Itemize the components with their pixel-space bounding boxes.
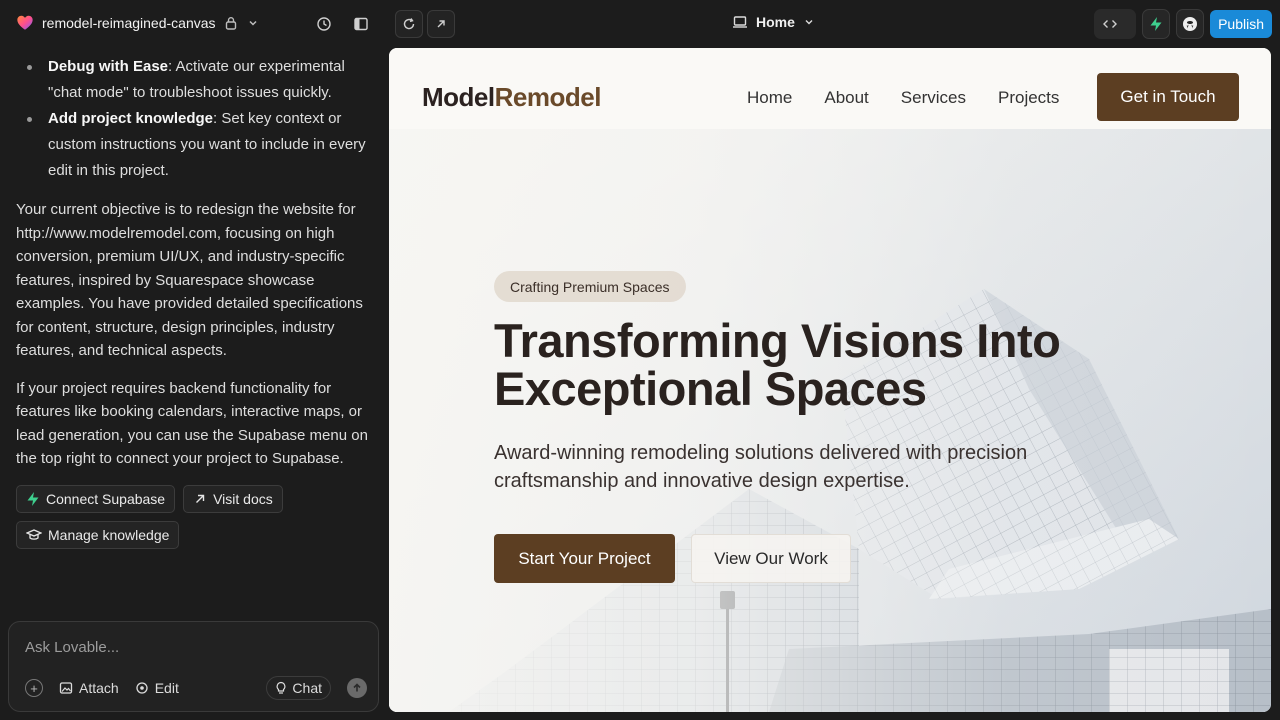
project-switcher[interactable]: remodel-reimagined-canvas (16, 14, 260, 32)
publish-button[interactable]: Publish (1210, 10, 1272, 38)
start-project-button[interactable]: Start Your Project (494, 534, 675, 583)
send-button[interactable] (347, 678, 367, 698)
refresh-icon[interactable] (395, 10, 423, 38)
open-external-icon[interactable] (427, 10, 455, 38)
list-item: Debug with Ease: Activate our experiment… (27, 54, 372, 106)
edit-button[interactable]: Edit (135, 680, 179, 696)
message-paragraph: Your current objective is to redesign th… (16, 201, 363, 359)
hero-overlay (389, 129, 1271, 712)
chat-mode-label: Chat (292, 680, 322, 696)
site-navbar: ModelRemodel Home About Services Project… (389, 48, 1271, 129)
lock-icon (224, 16, 238, 30)
supabase-button[interactable] (1142, 9, 1171, 39)
logo-part: Remodel (494, 82, 602, 112)
top-bar: remodel-reimagined-canvas Home Publish (0, 0, 1280, 48)
chip-label: Visit docs (213, 490, 273, 507)
chip-label: Manage knowledge (48, 526, 170, 543)
project-name: remodel-reimagined-canvas (42, 15, 216, 31)
attach-button[interactable]: Attach (59, 680, 119, 696)
action-chips: Connect Supabase Visit docs Manage knowl… (16, 484, 316, 549)
chat-input-toolbar: + Attach Edit Chat (25, 676, 367, 700)
plus-icon[interactable]: + (25, 679, 43, 697)
hero-subtitle: Award-winning remodeling solutions deliv… (494, 442, 1028, 492)
connect-supabase-button[interactable]: Connect Supabase (16, 484, 176, 513)
hero-section: Crafting Premium Spaces Transforming Vis… (389, 129, 1271, 712)
view-work-button[interactable]: View Our Work (691, 534, 851, 583)
site-logo[interactable]: ModelRemodel (422, 82, 601, 113)
feature-list: Debug with Ease: Activate our experiment… (16, 54, 372, 184)
chat-messages: Debug with Ease: Activate our experiment… (16, 54, 372, 549)
sidebar-toggle-icon[interactable] (347, 10, 375, 38)
edit-label: Edit (154, 680, 179, 696)
message-paragraph: If your project requires backend functio… (16, 379, 368, 468)
list-item: Add project knowledge: Set key context o… (27, 106, 372, 184)
bullet-title: Add project knowledge (48, 110, 214, 127)
github-button[interactable] (1176, 9, 1205, 39)
right-toolbar: Publish (1094, 9, 1272, 39)
page-selector-label: Home (756, 14, 795, 30)
supabase-bolt-icon (1149, 16, 1163, 32)
lightbulb-icon (275, 681, 287, 695)
lovable-heart-icon (17, 15, 33, 30)
manage-knowledge-button[interactable]: Manage knowledge (16, 520, 180, 549)
history-icon[interactable] (310, 10, 338, 38)
page-selector[interactable]: Home (732, 14, 815, 30)
get-in-touch-button[interactable]: Get in Touch (1097, 73, 1239, 121)
nav-link-home[interactable]: Home (747, 88, 792, 108)
nav-link-about[interactable]: About (824, 88, 868, 108)
target-icon (135, 681, 149, 695)
site-preview: ModelRemodel Home About Services Project… (389, 48, 1271, 712)
github-icon (1182, 16, 1198, 32)
attach-label: Attach (79, 680, 119, 696)
hero-tag: Crafting Premium Spaces (494, 271, 686, 302)
chevron-down-icon (803, 16, 815, 28)
nav-link-services[interactable]: Services (901, 88, 966, 108)
chat-mode-button[interactable]: Chat (266, 676, 331, 700)
code-view-toggle[interactable] (1094, 9, 1137, 39)
hero-title: Transforming Visions Into Exceptional Sp… (494, 314, 1061, 415)
nav-link-projects[interactable]: Projects (998, 88, 1059, 108)
visit-docs-button[interactable]: Visit docs (183, 484, 283, 513)
chip-label: Connect Supabase (46, 490, 166, 507)
bullet-title: Debug with Ease (48, 58, 169, 75)
logo-part: Model (422, 82, 495, 112)
site-nav-links: Home About Services Projects (747, 88, 1059, 108)
image-icon (59, 681, 73, 695)
laptop-icon (732, 15, 748, 29)
supabase-bolt-icon (26, 491, 40, 507)
chat-input-box[interactable]: Ask Lovable... + Attach Edit Chat (8, 621, 379, 712)
code-icon (1102, 17, 1118, 31)
chat-panel: Debug with Ease: Activate our experiment… (0, 48, 388, 720)
chat-input[interactable]: Ask Lovable... (25, 639, 119, 656)
arrow-up-right-icon (193, 492, 207, 506)
graduation-cap-icon (26, 528, 42, 542)
chevron-down-icon[interactable] (246, 16, 260, 30)
